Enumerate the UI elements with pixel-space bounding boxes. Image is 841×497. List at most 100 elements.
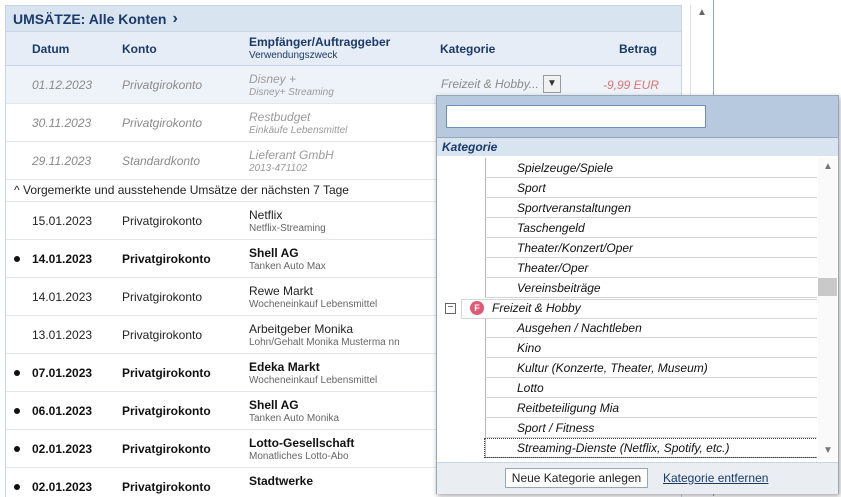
col-verwendung[interactable]: Verwendungszweck	[249, 50, 337, 61]
row-purpose: Tanken Auto Max	[249, 261, 326, 272]
col-empfaenger[interactable]: Empfänger/Auftraggeber	[249, 35, 390, 49]
row-date: 02.01.2023	[32, 442, 93, 456]
unread-dot-icon	[14, 446, 20, 452]
tree-line	[485, 258, 486, 278]
panel-title-bar[interactable]: UMSÄTZE: Alle Konten ›	[6, 6, 681, 31]
col-betrag[interactable]: Betrag	[619, 42, 657, 56]
tree-line	[485, 378, 486, 398]
category-item-label: Sport / Fitness	[517, 421, 595, 435]
tree-line	[485, 158, 486, 178]
scroll-thumb[interactable]	[818, 278, 837, 296]
row-payee: Netflix	[249, 208, 283, 222]
category-item-label: Reitbeteiligung Mia	[517, 401, 620, 415]
category-tree-header: Kategorie	[437, 137, 838, 156]
row-payee: Shell AG	[249, 246, 299, 260]
category-item[interactable]: Sport / Fitness	[437, 418, 817, 438]
tree-line	[485, 358, 486, 378]
category-item[interactable]: Sportveranstaltungen	[437, 198, 817, 218]
category-item[interactable]: Kultur (Konzerte, Theater, Museum)	[437, 358, 817, 378]
row-date: 14.01.2023	[32, 290, 93, 304]
col-kategorie[interactable]: Kategorie	[440, 42, 495, 56]
remove-category-link[interactable]: Kategorie entfernen	[663, 471, 768, 485]
row-date: 06.01.2023	[32, 404, 93, 418]
category-group-freizeit[interactable]: − F Freizeit & Hobby	[437, 298, 817, 319]
row-purpose: Monatliches Lotto-Abo	[249, 451, 349, 462]
row-account: Privatgirokonto	[122, 404, 211, 418]
row-date: 14.01.2023	[32, 252, 93, 266]
tree-line	[485, 338, 486, 358]
category-item-label: Kino	[517, 341, 542, 355]
chevron-right-icon[interactable]: ›	[172, 10, 177, 28]
new-category-button[interactable]: Neue Kategorie anlegen	[505, 468, 648, 488]
category-item-label: Lotto	[517, 381, 544, 395]
row-account: Standardkonto	[122, 154, 201, 168]
category-item[interactable]: Theater/Konzert/Oper	[437, 238, 817, 258]
category-select-value: Freizeit & Hobby...	[441, 77, 539, 91]
category-search-input[interactable]	[446, 105, 706, 128]
category-item[interactable]: Ausgehen / Nachtleben	[437, 318, 817, 338]
unread-dot-icon	[14, 484, 20, 490]
row-date: 29.11.2023	[32, 154, 92, 168]
category-item[interactable]: Theater/Oper	[437, 258, 817, 278]
row-date: 13.01.2023	[32, 328, 93, 342]
category-item[interactable]: Sport	[437, 178, 817, 198]
row-account: Privatgirokonto	[122, 116, 203, 130]
category-tree: Spielzeuge/Spiele Sport Sportveranstaltung…	[437, 158, 817, 460]
category-item[interactable]: Taschengeld	[437, 218, 817, 238]
category-item-label: Ausgehen / Nachtleben	[517, 321, 642, 335]
category-item[interactable]: Spielzeuge/Spiele	[437, 158, 817, 178]
category-item[interactable]: Lotto	[437, 378, 817, 398]
category-item-label: Vereinsbeiträge	[517, 281, 601, 295]
row-purpose: Lohn/Gehalt Monika Musterma nn	[249, 337, 400, 348]
scroll-up-icon[interactable]: ▲	[823, 161, 833, 172]
category-item[interactable]: Streaming-Dienste (Netflix, Spotify, etc…	[437, 438, 817, 458]
category-item-label: Sport	[517, 181, 546, 195]
row-purpose: Tanken Auto Monika	[249, 413, 340, 424]
row-payee: Shell AG	[249, 398, 299, 412]
row-account: Privatgirokonto	[122, 214, 203, 228]
pending-section-label: ^ Vorgemerkte und ausstehende Umsätze de…	[14, 183, 349, 197]
col-konto[interactable]: Konto	[122, 42, 157, 56]
row-amount: -9,99 EUR	[602, 78, 659, 92]
tree-line	[485, 318, 486, 338]
category-item-label: Streaming-Dienste (Netflix, Spotify, etc…	[517, 441, 730, 455]
row-purpose: Wocheneinkauf Lebensmittel	[249, 299, 378, 310]
category-badge-icon: F	[470, 301, 484, 315]
row-date: 30.11.2023	[32, 116, 92, 130]
row-account: Privatgirokonto	[122, 252, 211, 266]
page-title: UMSÄTZE: Alle Konten	[13, 10, 167, 27]
row-payee: Edeka Markt	[249, 360, 320, 374]
chevron-up-icon[interactable]: ^	[14, 183, 20, 197]
category-select[interactable]: Freizeit & Hobby... ▼	[438, 75, 561, 93]
row-date: 15.01.2023	[32, 214, 93, 228]
row-account: Privatgirokonto	[122, 442, 211, 456]
row-payee: Stadtwerke	[249, 474, 314, 488]
row-payee: Restbudget	[249, 110, 311, 124]
category-scrollbar[interactable]: ▲ ▼	[818, 158, 837, 460]
category-dropdown-popup: Kategorie Spielzeuge/Spiele Sport Sportver…	[436, 95, 839, 494]
row-purpose: Einkäufe Lebensmittel	[249, 125, 348, 136]
tree-line	[485, 218, 486, 238]
row-date: 02.01.2023	[32, 480, 93, 494]
tree-line	[485, 178, 486, 198]
category-item[interactable]: Reitbeteiligung Mia	[437, 398, 817, 418]
category-item-label: Spielzeuge/Spiele	[517, 161, 614, 175]
category-item[interactable]: Vereinsbeiträge	[437, 278, 817, 298]
chevron-down-icon[interactable]: ▼	[543, 75, 561, 93]
row-account: Privatgirokonto	[122, 328, 203, 342]
category-search-area	[437, 96, 838, 137]
row-payee: Rewe Markt	[249, 284, 314, 298]
category-item[interactable]: Kino	[437, 338, 817, 358]
row-account: Privatgirokonto	[122, 290, 203, 304]
col-datum[interactable]: Datum	[32, 42, 69, 56]
row-date: 01.12.2023	[32, 78, 93, 92]
unread-dot-icon	[14, 256, 20, 262]
unread-dot-icon	[14, 408, 20, 414]
category-item-label: Theater/Konzert/Oper	[517, 241, 634, 255]
row-purpose: Disney+ Streaming	[249, 87, 334, 98]
collapse-icon[interactable]: −	[445, 303, 456, 314]
tree-line	[485, 238, 486, 258]
scroll-up-icon[interactable]: ▲	[697, 7, 707, 18]
scroll-down-icon[interactable]: ▼	[823, 445, 833, 456]
category-item-label: Theater/Oper	[517, 261, 589, 275]
